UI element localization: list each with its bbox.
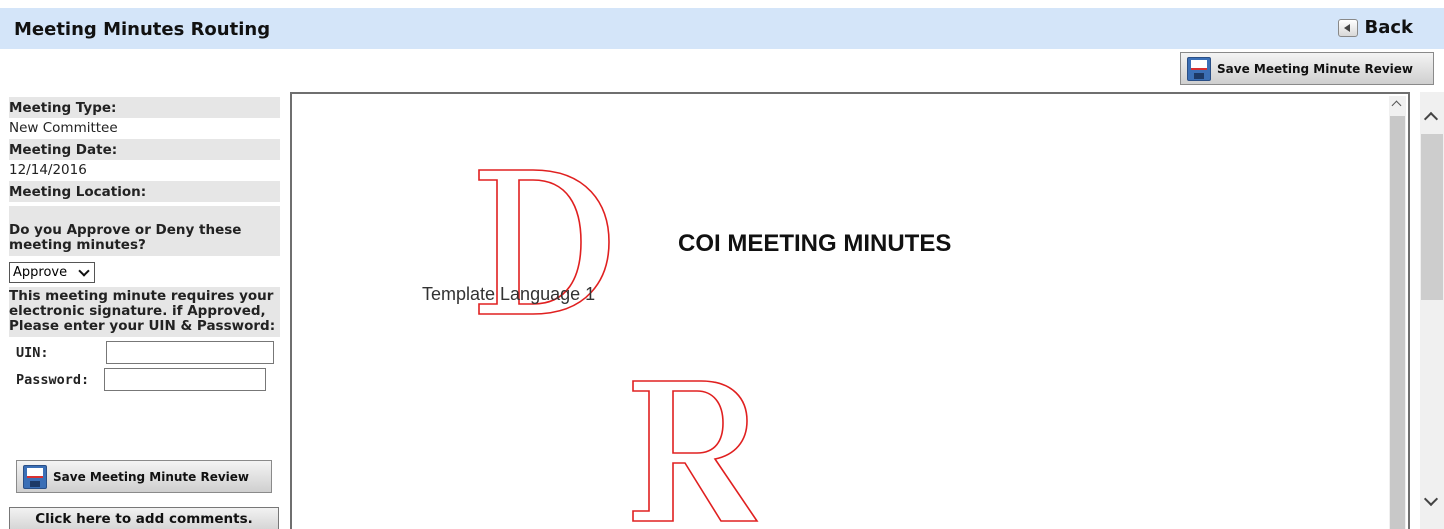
scroll-up-icon[interactable] bbox=[1423, 111, 1439, 127]
watermark-letter-r bbox=[632, 380, 759, 522]
approval-select[interactable]: Approve bbox=[9, 262, 95, 283]
uin-input[interactable] bbox=[106, 341, 274, 364]
meeting-date-value: 12/14/2016 bbox=[9, 162, 87, 178]
draft-watermark-r bbox=[632, 380, 759, 522]
save-review-label: Save Meeting Minute Review bbox=[1217, 61, 1413, 76]
document-scrollbar-thumb[interactable] bbox=[1390, 116, 1405, 529]
document-scrollbar[interactable] bbox=[1389, 96, 1406, 529]
scroll-down-icon[interactable] bbox=[1423, 491, 1439, 507]
approval-select-value: Approve bbox=[13, 265, 68, 280]
back-button[interactable]: Back bbox=[1338, 17, 1413, 38]
scroll-up-icon[interactable] bbox=[1391, 100, 1402, 111]
back-arrow-icon bbox=[1338, 18, 1359, 37]
page-scrollbar-thumb[interactable] bbox=[1421, 134, 1443, 300]
password-label: Password: bbox=[16, 371, 90, 388]
meeting-info-panel: Meeting Type: New Committee Meeting Date… bbox=[9, 97, 280, 391]
add-comments-button[interactable]: Click here to add comments. bbox=[9, 507, 279, 529]
page-scrollbar[interactable] bbox=[1420, 92, 1444, 529]
uin-row: UIN: bbox=[9, 341, 280, 364]
header-bar: Meeting Minutes Routing Back bbox=[0, 8, 1444, 49]
page-title: Meeting Minutes Routing bbox=[14, 19, 271, 40]
document-title: COI MEETING MINUTES bbox=[678, 230, 952, 257]
meeting-type-value: New Committee bbox=[9, 120, 118, 136]
floppy-disk-icon bbox=[23, 464, 47, 489]
approval-question: Do you Approve or Deny these meeting min… bbox=[9, 206, 280, 256]
password-row: Password: bbox=[9, 368, 280, 391]
meeting-date-label: Meeting Date: bbox=[9, 139, 280, 160]
save-review-label: Save Meeting Minute Review bbox=[53, 469, 249, 484]
signature-note-line-1: This meeting minute requires your electr… bbox=[9, 288, 274, 319]
save-review-button[interactable]: Save Meeting Minute Review bbox=[16, 460, 272, 493]
meeting-location-label: Meeting Location: bbox=[9, 181, 280, 202]
chevron-down-icon bbox=[78, 264, 90, 277]
signature-note: This meeting minute requires your electr… bbox=[9, 287, 280, 337]
floppy-disk-icon bbox=[1187, 56, 1211, 81]
signature-note-line-2: Please enter your UIN & Password: bbox=[9, 318, 276, 334]
meeting-type-label: Meeting Type: bbox=[9, 97, 280, 118]
document-viewer[interactable]: COI MEETING MINUTES Template Language 1 bbox=[290, 92, 1410, 529]
uin-label: UIN: bbox=[16, 344, 49, 361]
save-review-button-top[interactable]: Save Meeting Minute Review bbox=[1180, 52, 1434, 85]
password-input[interactable] bbox=[104, 368, 266, 391]
template-language-text: Template Language 1 bbox=[422, 284, 596, 304]
back-label: Back bbox=[1364, 17, 1413, 38]
